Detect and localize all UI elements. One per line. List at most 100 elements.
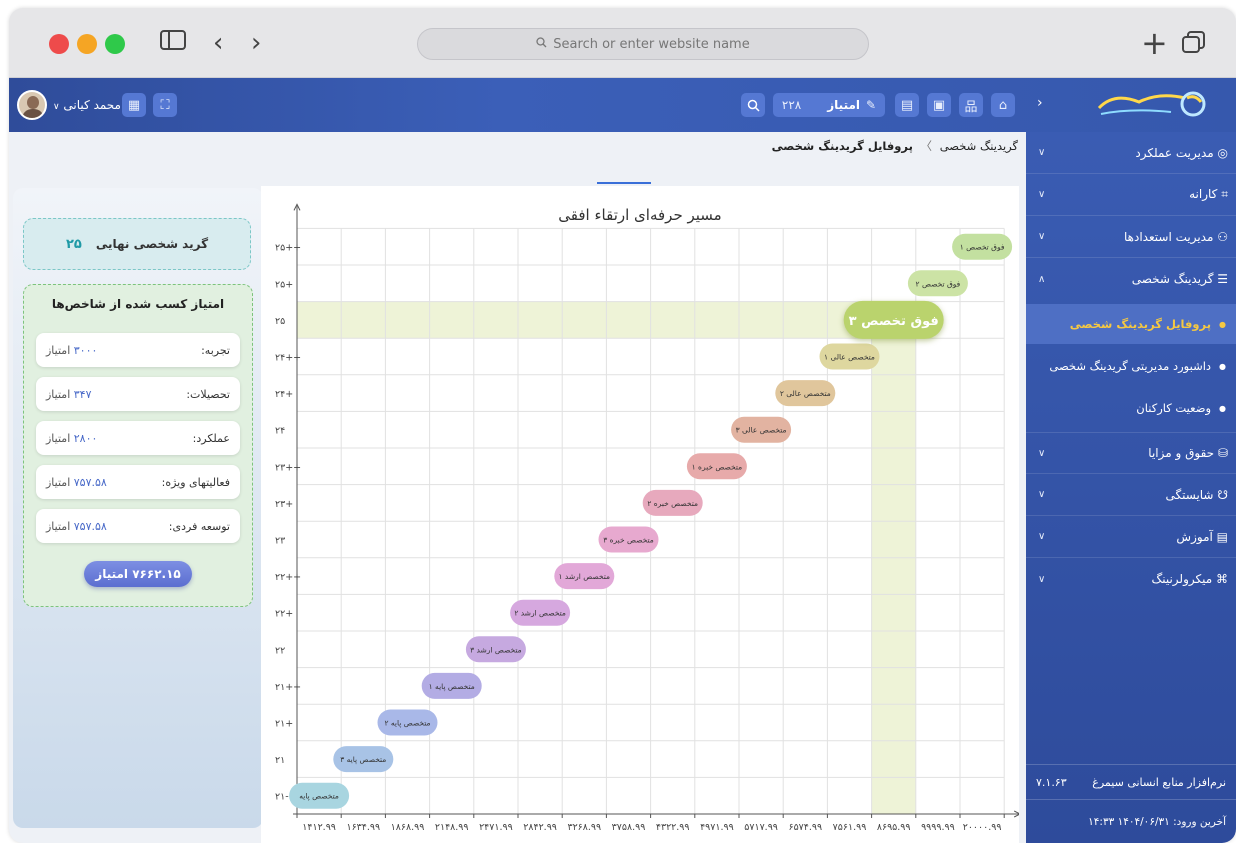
fullscreen-button[interactable]: ⛶ [153, 93, 177, 117]
user-menu[interactable]: ∨ محمد کیانی [53, 98, 121, 112]
score-row-unit: امتیاز [46, 387, 71, 401]
collapse-sidebar-icon[interactable]: › [1037, 95, 1043, 111]
avatar[interactable] [17, 90, 47, 120]
grade-summary-panel: گرید شخصی نهایی ۲۵ امتیاز کسب شده از شاخ… [13, 188, 263, 828]
grade-marker-label: فوق تخصص ۱ [960, 243, 1005, 252]
search-icon [536, 36, 547, 52]
x-tick-label: ۸۶۹۵.۹۹ [877, 822, 911, 833]
x-tick-label: ۴۳۲۲.۹۹ [656, 822, 690, 833]
sidebar-item-label: کارانه [1189, 187, 1218, 201]
score-row-value: ۲۸۰۰ [73, 431, 98, 445]
score-row-unit: امتیاز [46, 343, 71, 357]
sidebar-item-label: میکرولرنینگ [1151, 572, 1213, 586]
grade-marker-label: فوق تخصص ۲ [916, 279, 961, 288]
grade-marker-label: متخصص خبره ۲ [647, 499, 698, 508]
x-tick-label: ۳۲۶۸.۹۹ [567, 822, 601, 833]
y-tick-label: ۲۵++ [275, 243, 301, 254]
sidebar-item-compensation[interactable]: ⛁ حقوق و مزایا ∨ [1026, 432, 1236, 474]
header-search-button[interactable] [741, 93, 765, 117]
id-card-button[interactable]: ▣ [927, 93, 951, 117]
app-version: ۷.۱.۶۳ [1036, 775, 1067, 789]
sidebar-item-performance[interactable]: ◎ مدیریت عملکرد ∨ [1026, 132, 1236, 174]
layers-icon: ☰ [1217, 272, 1228, 286]
forward-button[interactable]: › [251, 28, 261, 58]
sidebar-subitem-employee-status[interactable]: ● وضعیت کارکنان [1026, 388, 1236, 428]
users-icon: ⚇ [1217, 229, 1228, 244]
search-icon [747, 99, 760, 112]
cap-icon: ⌘ [1216, 572, 1228, 586]
y-tick-label: ۲۴ [275, 426, 285, 437]
score-row: تجربه: ۳۰۰۰ امتیاز [36, 333, 240, 367]
final-grade-label: گرید شخصی نهایی [95, 237, 209, 251]
total-score-button[interactable]: ۷۶۶۲.۱۵ امتیاز [84, 561, 192, 587]
grade-marker-label: متخصص پایه ۱ [429, 682, 475, 691]
home-button[interactable]: ⌂ [991, 93, 1015, 117]
points-badge[interactable]: ۲۲۸ امتیاز ✎ [773, 93, 885, 117]
sidebar-item-microlearning[interactable]: ⌘ میکرولرنینگ ∨ [1026, 558, 1236, 600]
sidebar-item-bonus[interactable]: ⌗ کارانه ∨ [1026, 174, 1236, 216]
sidebar-item-grading[interactable]: ☰ گریدینگ شخصی ∧ [1026, 258, 1236, 300]
grade-marker-label: متخصص ارشد ۱ [559, 572, 611, 581]
grade-marker-label: فوق تخصص ۳ [849, 314, 939, 329]
bullet-icon: ● [1219, 319, 1226, 329]
y-tick-label: ۲۱- [275, 792, 289, 803]
x-tick-label: ۵۷۱۷.۹۹ [744, 822, 778, 833]
score-row: تحصیلات: ۳۴۷ امتیاز [36, 377, 240, 411]
score-card: امتیاز کسب شده از شاخص‌ها تجربه: ۳۰۰۰ ام… [23, 284, 253, 607]
y-tick-label: ۲۱ [275, 755, 285, 766]
chart-icon: ▤ [900, 97, 914, 113]
score-row: فعالیتهای ویژه: ۷۵۷.۵۸ امتیاز [36, 465, 240, 499]
chevron-down-icon: ∨ [1038, 489, 1046, 500]
sidebar-item-label: حقوق و مزایا [1148, 446, 1215, 460]
address-placeholder: Search or enter website name [553, 36, 750, 52]
active-tab-indicator [597, 182, 651, 184]
sidebar-subitem-label: وضعیت کارکنان [1136, 401, 1212, 415]
tabs-overview-icon[interactable] [1181, 30, 1207, 61]
sidebar-item-label: مدیریت عملکرد [1135, 145, 1214, 160]
score-row-value: ۷۵۷.۵۸ [73, 475, 107, 489]
new-tab-button[interactable]: + [1141, 27, 1168, 59]
browser-window: ‹ › Search or enter website name + ∨ محم… [9, 8, 1236, 843]
grid-icon: ⌗ [1221, 187, 1228, 201]
y-tick-label: ۲۵+ [275, 279, 293, 290]
breadcrumb-parent[interactable]: گریدینگ شخصی [940, 139, 1018, 153]
score-row-value: ۷۵۷.۵۸ [73, 519, 107, 533]
x-tick-label: ۲۰۰۰۰.۹۹ [963, 822, 1002, 833]
highlight-row-band [297, 301, 894, 339]
browser-toolbar: ‹ › Search or enter website name + [9, 8, 1236, 78]
x-tick-label: ۶۵۷۴.۹۹ [788, 822, 822, 833]
chevron-down-icon: ∨ [53, 102, 60, 112]
score-row-unit: امتیاز [46, 475, 71, 489]
chart-button[interactable]: ▤ [895, 93, 919, 117]
calendar-button[interactable]: ▦ [122, 93, 146, 117]
sidebar-subitem-grading-dashboard[interactable]: ● داشبورد مدیریتی گریدینگ شخصی [1026, 346, 1236, 386]
gauge-icon: ◎ [1217, 145, 1228, 160]
sidebar-subitem-label: پروفایل گریدینگ شخصی [1069, 317, 1212, 331]
pen-icon: ✎ [866, 98, 877, 112]
sidebar-subitem-grading-profile[interactable]: ● پروفایل گریدینگ شخصی [1026, 304, 1236, 344]
score-row-label: تحصیلات: [186, 387, 230, 401]
sidebar-item-talent[interactable]: ⚇ مدیریت استعدادها ∨ [1026, 216, 1236, 258]
sidebar-item-competency[interactable]: ☋ شایستگی ∨ [1026, 474, 1236, 516]
x-tick-label: ۱۸۶۸.۹۹ [391, 822, 425, 833]
grade-marker-label: متخصص خبره ۱ [692, 462, 743, 471]
back-button[interactable]: ‹ [213, 28, 223, 58]
close-window-button[interactable] [49, 34, 69, 54]
points-value: ۲۲۸ [781, 98, 802, 112]
calendar-icon: ▦ [127, 97, 141, 113]
sidebar-toggle-icon[interactable] [159, 28, 187, 59]
address-bar[interactable]: Search or enter website name [417, 28, 869, 60]
chevron-up-icon: ∧ [1038, 273, 1046, 285]
maximize-window-button[interactable] [105, 34, 125, 54]
score-row-value: ۳۰۰۰ [73, 343, 98, 357]
x-tick-label: ۲۸۴۲.۹۹ [523, 822, 557, 833]
grade-marker-label: متخصص عالی ۲ [780, 389, 831, 398]
y-tick-label: ۲۴++ [275, 353, 301, 364]
y-tick-label: ۲۲++ [275, 572, 301, 583]
y-tick-label: ۲۱++ [275, 682, 301, 693]
minimize-window-button[interactable] [77, 34, 97, 54]
book-icon: ▤ [1216, 529, 1228, 544]
org-chart-button[interactable]: 品 [959, 93, 983, 117]
sidebar-item-training[interactable]: ▤ آموزش ∨ [1026, 516, 1236, 558]
grade-marker-label: متخصص ارشد ۳ [470, 645, 522, 654]
